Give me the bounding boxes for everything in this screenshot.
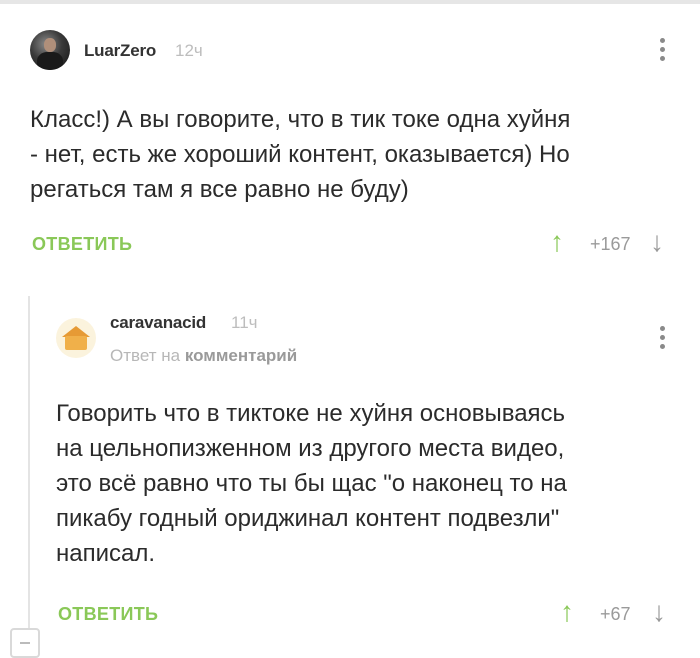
comment-time: 12ч bbox=[175, 41, 203, 60]
reply-to-link[interactable]: комментарий bbox=[185, 346, 297, 365]
username[interactable]: LuarZero bbox=[84, 41, 156, 61]
comment-text: Класс!) А вы говорите, что в тик токе од… bbox=[30, 102, 570, 207]
arrow-up-icon[interactable]: ↑ bbox=[560, 598, 574, 626]
avatar-face bbox=[44, 38, 56, 52]
arrow-up-icon[interactable]: ↑ bbox=[550, 228, 564, 256]
username[interactable]: caravanacid bbox=[110, 313, 206, 333]
reply-button[interactable]: ОТВЕТИТЬ bbox=[58, 604, 158, 625]
comment-text-line: это всё равно что ты бы щас "о наконец т… bbox=[56, 470, 567, 497]
comment-text-line: Говорить что в тиктоке не хуйня основыва… bbox=[56, 400, 566, 427]
kebab-menu-icon[interactable] bbox=[660, 326, 666, 353]
thread-line[interactable] bbox=[28, 296, 30, 649]
comment-text: Говорить что в тиктоке не хуйня основыва… bbox=[56, 396, 567, 571]
top-divider bbox=[0, 0, 700, 4]
score: +67 bbox=[600, 604, 631, 624]
avatar[interactable] bbox=[30, 30, 70, 70]
comment-text-line: регаться там я все равно не буду) bbox=[30, 176, 409, 203]
collapse-thread-icon[interactable] bbox=[10, 628, 40, 658]
arrow-down-icon[interactable]: ↓ bbox=[650, 228, 664, 256]
score: +167 bbox=[590, 234, 631, 254]
avatar-house bbox=[65, 336, 87, 350]
reply-to-prefix: Ответ на bbox=[110, 346, 181, 365]
avatar[interactable] bbox=[56, 318, 96, 358]
comment-text-line: написал. bbox=[56, 540, 156, 567]
comment-text-line: на цельнопизженном из другого места виде… bbox=[56, 435, 565, 462]
comment-time: 11ч bbox=[231, 313, 258, 332]
reply-to: Ответ на комментарий bbox=[110, 346, 297, 366]
kebab-menu-icon[interactable] bbox=[660, 38, 666, 65]
avatar-body bbox=[37, 52, 63, 70]
comment-text-line: Класс!) А вы говорите, что в тик токе од… bbox=[30, 106, 571, 133]
comment-text-line: пикабу годный ориджинал контент подвезли… bbox=[56, 505, 560, 532]
reply-button[interactable]: ОТВЕТИТЬ bbox=[32, 234, 132, 255]
arrow-down-icon[interactable]: ↓ bbox=[652, 598, 666, 626]
minus-icon bbox=[20, 642, 30, 644]
comment-text-line: - нет, есть же хороший контент, оказывае… bbox=[30, 141, 570, 168]
